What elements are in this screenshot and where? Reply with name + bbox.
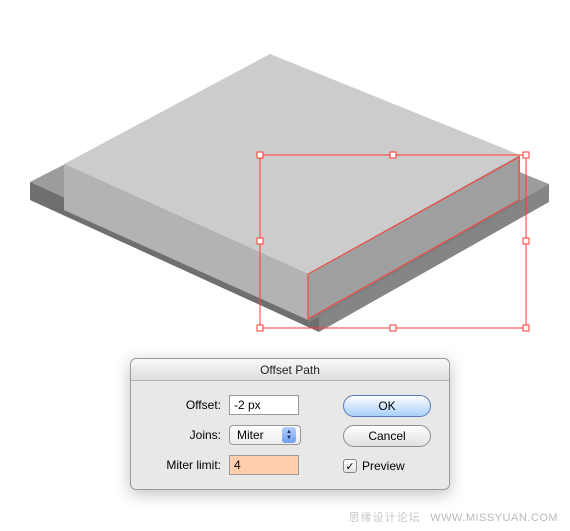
offset-label: Offset:: [139, 398, 221, 412]
joins-select[interactable]: Miter ▲▼: [229, 425, 301, 445]
preview-label: Preview: [362, 459, 405, 473]
watermark-cn: 思缘设计论坛: [349, 512, 421, 524]
joins-label: Joins:: [139, 428, 221, 442]
offset-path-dialog: Offset Path Offset: Joins: Miter ▲▼ Mite…: [130, 358, 450, 490]
miter-limit-label: Miter limit:: [139, 458, 221, 472]
ok-button[interactable]: OK: [343, 395, 431, 417]
offset-input[interactable]: [229, 395, 299, 415]
miter-limit-input[interactable]: [229, 455, 299, 475]
illustration-canvas: [0, 0, 570, 340]
watermark: 思缘设计论坛 WWW.MISSYUAN.COM: [349, 509, 558, 525]
cancel-button[interactable]: Cancel: [343, 425, 431, 447]
preview-checkbox[interactable]: ✓: [343, 459, 357, 473]
joins-value: Miter: [237, 428, 278, 442]
updown-arrows-icon: ▲▼: [282, 427, 296, 443]
watermark-url: WWW.MISSYUAN.COM: [430, 512, 558, 524]
dialog-title: Offset Path: [131, 359, 449, 381]
